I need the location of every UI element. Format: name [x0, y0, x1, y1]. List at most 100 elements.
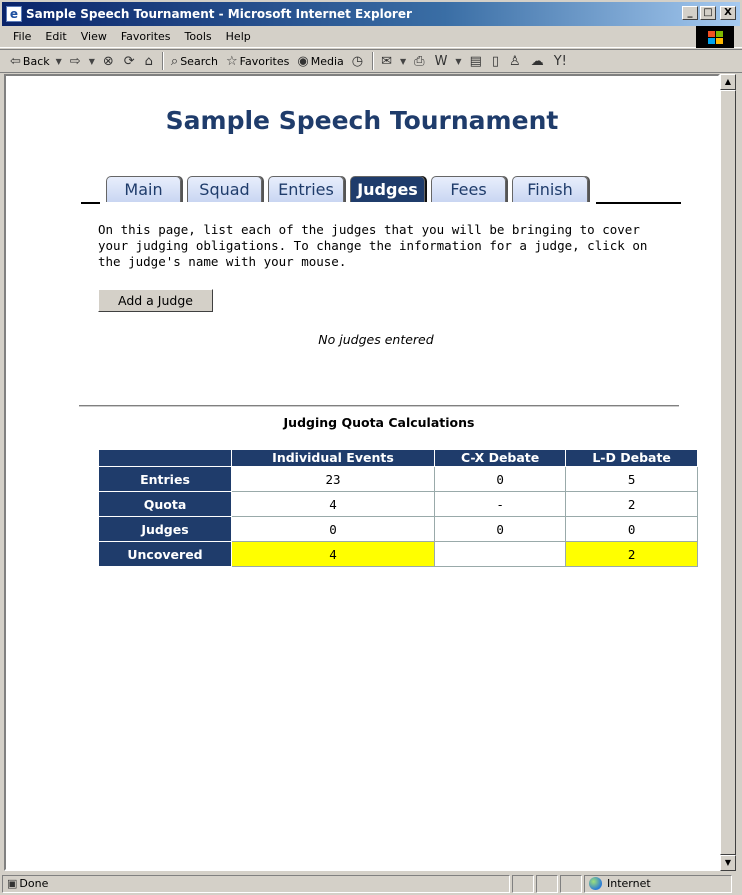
yahoo-button[interactable]: Y!	[550, 54, 573, 69]
back-dropdown-icon[interactable]: ▼	[56, 57, 62, 66]
word-edit-icon: W	[434, 53, 448, 69]
minimize-button[interactable]: _	[682, 6, 698, 20]
tab-entries[interactable]: Entries	[268, 176, 344, 202]
search-button[interactable]: ⌕ Search	[167, 54, 222, 69]
page-viewport: Sample Speech Tournament Main Squad Entr…	[4, 74, 720, 871]
back-button[interactable]: ⇦ Back	[6, 54, 54, 69]
forward-arrow-icon: ⇨	[69, 53, 81, 69]
table-cell: 0	[433, 466, 567, 492]
table-header-row: Individual Events C-X Debate L-D Debate	[98, 449, 698, 467]
favorites-star-icon: ☆	[226, 53, 238, 69]
chat-button[interactable]: ☁	[527, 54, 550, 69]
mail-dropdown-icon[interactable]: ▼	[400, 57, 406, 66]
media-icon: ◉	[297, 53, 309, 69]
vertical-scrollbar[interactable]: ▲ ▼	[720, 74, 736, 871]
menubar: File Edit View Favorites Tools Help	[0, 26, 742, 48]
menu-edit[interactable]: Edit	[38, 30, 73, 43]
forward-button[interactable]: ⇨	[66, 54, 87, 69]
menu-tools[interactable]: Tools	[178, 30, 219, 43]
print-button[interactable]: ⎙	[410, 54, 430, 69]
home-icon: ⌂	[144, 53, 153, 69]
edit-dropdown-icon[interactable]: ▼	[455, 57, 461, 66]
stop-icon: ⊗	[102, 53, 114, 69]
table-cell: 4	[231, 491, 435, 517]
close-button[interactable]: X	[720, 6, 736, 20]
table-header-corner	[98, 449, 232, 467]
zone-text: Internet	[607, 877, 651, 890]
scroll-thumb[interactable]	[720, 90, 736, 855]
messenger-icon: ♙	[509, 53, 521, 69]
research-button[interactable]: ▯	[488, 54, 505, 69]
table-cell-highlight: 4	[231, 541, 435, 567]
messenger-button[interactable]: ♙	[505, 54, 527, 69]
table-cell: 0	[231, 516, 435, 542]
table-row-quota: Quota 4 - 2	[98, 491, 698, 517]
favorites-button[interactable]: ☆ Favorites	[222, 54, 293, 69]
status-text-panel: ▣ Done	[2, 874, 510, 893]
empty-state-message: No judges entered	[318, 332, 434, 347]
page-title: Sample Speech Tournament	[165, 106, 559, 135]
windows-logo	[696, 26, 734, 48]
back-arrow-icon: ⇦	[10, 53, 21, 69]
menu-help[interactable]: Help	[219, 30, 258, 43]
row-label: Entries	[98, 466, 232, 492]
quota-table: Individual Events C-X Debate L-D Debate …	[98, 449, 698, 567]
history-button[interactable]: ◷	[348, 54, 369, 69]
divider	[79, 405, 679, 407]
search-icon: ⌕	[170, 53, 179, 69]
document-icon: ▤	[469, 53, 482, 69]
history-icon: ◷	[351, 53, 364, 69]
media-button[interactable]: ◉ Media	[293, 54, 347, 69]
tab-main[interactable]: Main	[106, 176, 181, 202]
internet-globe-icon	[589, 877, 602, 890]
yahoo-icon: Y!	[553, 53, 567, 69]
maximize-button[interactable]: □	[700, 6, 716, 20]
page-icon: ▯	[491, 53, 500, 69]
table-cell: 0	[433, 516, 567, 542]
tab-squad[interactable]: Squad	[187, 176, 262, 202]
scroll-down-arrow-icon[interactable]: ▼	[720, 855, 736, 871]
table-row-uncovered: Uncovered 4 2	[98, 541, 698, 567]
quota-section-title: Judging Quota Calculations	[283, 415, 475, 430]
zone-panel: Internet	[584, 874, 732, 893]
table-cell: 2	[565, 491, 698, 517]
table-header-ld-debate: L-D Debate	[565, 449, 698, 467]
stop-button[interactable]: ⊗	[99, 54, 120, 69]
window-title: Sample Speech Tournament - Microsoft Int…	[26, 7, 412, 21]
tab-fees[interactable]: Fees	[431, 176, 506, 202]
menu-favorites[interactable]: Favorites	[114, 30, 178, 43]
add-judge-button[interactable]: Add a Judge	[98, 289, 213, 312]
row-label: Quota	[98, 491, 232, 517]
statusbar: ▣ Done Internet	[0, 872, 742, 895]
row-label: Uncovered	[98, 541, 232, 567]
window-controls: _ □ X	[682, 6, 736, 20]
row-label: Judges	[98, 516, 232, 542]
tab-bar: Main Squad Entries Judges Fees Finish	[81, 176, 681, 204]
table-cell	[433, 541, 567, 567]
toolbar: ⇦ Back ▼ ⇨ ▼ ⊗ ⟳ ⌂ ⌕ Search ☆ Favorites …	[0, 49, 742, 73]
menu-view[interactable]: View	[74, 30, 114, 43]
refresh-button[interactable]: ⟳	[120, 54, 141, 69]
tab-judges[interactable]: Judges	[350, 176, 425, 202]
tab-finish[interactable]: Finish	[512, 176, 588, 202]
forward-dropdown-icon[interactable]: ▼	[89, 57, 95, 66]
window-titlebar: e Sample Speech Tournament - Microsoft I…	[0, 0, 742, 26]
refresh-icon: ⟳	[123, 53, 135, 69]
edit-button[interactable]: W	[431, 54, 454, 69]
discuss-button[interactable]: ▤	[466, 54, 488, 69]
menu-file[interactable]: File	[6, 30, 38, 43]
table-cell: 23	[231, 466, 435, 492]
table-row-entries: Entries 23 0 5	[98, 466, 698, 492]
table-header-cx-debate: C-X Debate	[433, 449, 567, 467]
home-button[interactable]: ⌂	[141, 54, 159, 69]
status-text: Done	[19, 877, 49, 890]
scroll-up-arrow-icon[interactable]: ▲	[720, 74, 736, 90]
table-header-individual-events: Individual Events	[231, 449, 435, 467]
mail-button[interactable]: ✉	[377, 54, 398, 69]
chat-bubble-icon: ☁	[530, 53, 544, 69]
table-cell: 0	[565, 516, 698, 542]
table-row-judges: Judges 0 0 0	[98, 516, 698, 542]
ie-icon: e	[6, 6, 22, 22]
mail-icon: ✉	[381, 53, 392, 69]
page-status-icon: ▣	[7, 877, 18, 890]
